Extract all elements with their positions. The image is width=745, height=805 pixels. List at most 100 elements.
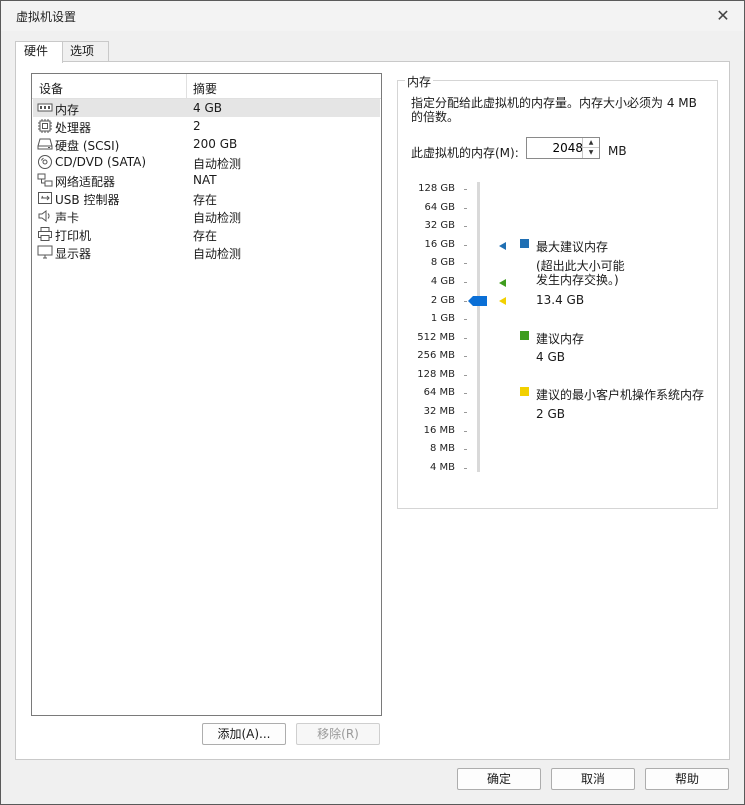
help-button[interactable]: 帮助 xyxy=(645,768,729,790)
recommended-value: 4 GB xyxy=(536,350,565,364)
scale-tick xyxy=(464,189,467,190)
processor-icon xyxy=(38,119,52,133)
cd-dvd-icon xyxy=(38,155,52,169)
scale-label: 256 MB xyxy=(417,350,455,361)
device-summary: 自动检测 xyxy=(193,157,242,171)
window-title: 虚拟机设置 xyxy=(16,10,77,24)
device-summary: 200 GB xyxy=(193,137,238,151)
memory-slider-thumb[interactable] xyxy=(468,296,487,306)
minimum-swatch xyxy=(520,387,529,396)
scale-tick xyxy=(464,393,467,394)
device-row-memory[interactable]: 内存 4 GB xyxy=(33,99,380,117)
memory-stepper[interactable]: ▲ ▼ xyxy=(526,137,600,159)
cancel-button[interactable]: 取消 xyxy=(551,768,635,790)
device-column-header[interactable]: 设备 xyxy=(39,80,63,97)
close-icon[interactable]: ✕ xyxy=(707,3,739,29)
device-name: 声卡 xyxy=(55,211,80,225)
memory-group: 内存 指定分配给此虚拟机的内存量。内存大小必须为 4 MB 的倍数。 此虚拟机的… xyxy=(397,73,718,509)
device-row-cd-dvd[interactable]: CD/DVD (SATA) 自动检测 xyxy=(33,153,380,171)
scale-label: 4 GB xyxy=(430,276,455,287)
network-adapter-icon xyxy=(37,173,53,187)
summary-column-header[interactable]: 摘要 xyxy=(193,80,217,97)
device-row-hard-disk[interactable]: 硬盘 (SCSI) 200 GB xyxy=(33,135,380,153)
scale-label: 512 MB xyxy=(417,332,455,343)
device-summary: 存在 xyxy=(193,229,218,243)
usb-icon xyxy=(38,192,52,204)
scale-label: 2 GB xyxy=(430,295,455,306)
hardware-panel: 设备 摘要 内存 4 GB 处理器 2 硬盘 (SCSI) 200 GB CD/… xyxy=(15,61,730,760)
scale-tick xyxy=(464,226,467,227)
scale-label: 128 GB xyxy=(418,183,455,194)
sound-card-icon xyxy=(38,210,50,222)
scale-tick xyxy=(464,468,467,469)
scale-label: 32 MB xyxy=(423,406,455,417)
title-bar: 虚拟机设置 ✕ xyxy=(1,1,744,31)
device-name: 内存 xyxy=(55,103,80,117)
device-name: 处理器 xyxy=(55,121,92,135)
device-row-processor[interactable]: 处理器 2 xyxy=(33,117,380,135)
display-icon xyxy=(37,245,53,259)
vm-settings-window: 虚拟机设置 ✕ 硬件 选项 设备 摘要 内存 4 GB 处理器 2 硬盘 (SC… xyxy=(0,0,745,805)
scale-tick xyxy=(464,356,467,357)
device-name: 硬盘 (SCSI) xyxy=(55,139,120,153)
hard-disk-icon xyxy=(37,138,53,150)
column-divider[interactable] xyxy=(186,74,187,98)
recommended-title: 建议内存 xyxy=(536,332,585,346)
device-name: CD/DVD (SATA) xyxy=(55,155,147,169)
device-row-printer[interactable]: 打印机 存在 xyxy=(33,225,380,243)
max-recommended-swatch xyxy=(520,239,529,248)
device-name: USB 控制器 xyxy=(55,193,120,207)
printer-icon xyxy=(38,227,52,241)
device-row-display[interactable]: 显示器 自动检测 xyxy=(33,243,380,261)
device-list: 设备 摘要 内存 4 GB 处理器 2 硬盘 (SCSI) 200 GB CD/… xyxy=(31,73,382,716)
scale-label: 4 MB xyxy=(429,462,455,473)
recommended-marker xyxy=(499,279,506,287)
memory-icon xyxy=(37,103,53,112)
scale-label: 64 GB xyxy=(424,202,455,213)
scale-tick xyxy=(464,412,467,413)
memory-description: 指定分配给此虚拟机的内存量。内存大小必须为 4 MB 的倍数。 xyxy=(411,96,697,124)
scale-label: 32 GB xyxy=(424,220,455,231)
spin-up-icon[interactable]: ▲ xyxy=(583,138,599,148)
scale-tick xyxy=(464,282,467,283)
max-recommended-note: (超出此大小可能发生内存交换。) xyxy=(536,259,625,287)
scale-tick xyxy=(464,301,467,302)
memory-spin: ▲ ▼ xyxy=(582,138,599,158)
device-summary: 2 xyxy=(193,119,201,133)
scale-tick xyxy=(464,319,467,320)
tab-hardware[interactable]: 硬件 xyxy=(15,41,63,63)
ok-button[interactable]: 确定 xyxy=(457,768,541,790)
device-row-network-adapter[interactable]: 网络适配器 NAT xyxy=(33,171,380,189)
device-name: 显示器 xyxy=(55,247,92,261)
scale-label: 16 GB xyxy=(424,239,455,250)
scale-label: 64 MB xyxy=(423,387,455,398)
device-name: 打印机 xyxy=(55,229,92,243)
scale-label: 16 MB xyxy=(423,425,455,436)
memory-input[interactable] xyxy=(527,139,585,157)
scale-tick xyxy=(464,431,467,432)
memory-unit: MB xyxy=(608,144,627,158)
minimum-title: 建议的最小客户机操作系统内存 xyxy=(536,388,705,402)
device-summary: 自动检测 xyxy=(193,211,242,225)
scale-tick xyxy=(464,375,467,376)
scale-label: 8 GB xyxy=(430,257,455,268)
scale-tick xyxy=(464,338,467,339)
device-summary: NAT xyxy=(193,173,217,187)
remove-device-button[interactable]: 移除(R) xyxy=(296,723,380,745)
memory-slider-track[interactable] xyxy=(477,182,480,472)
list-header: 设备 摘要 xyxy=(32,74,381,99)
scale-tick xyxy=(464,245,467,246)
tab-options[interactable]: 选项 xyxy=(61,41,109,62)
device-name: 网络适配器 xyxy=(55,175,116,189)
scale-tick xyxy=(464,208,467,209)
scale-tick xyxy=(464,263,467,264)
scale-label: 8 MB xyxy=(429,443,455,454)
scale-label: 128 MB xyxy=(417,369,455,380)
recommended-swatch xyxy=(520,331,529,340)
device-summary: 自动检测 xyxy=(193,247,242,261)
add-device-button[interactable]: 添加(A)... xyxy=(202,723,286,745)
device-row-usb-controller[interactable]: USB 控制器 存在 xyxy=(33,189,380,207)
memory-field-label: 此虚拟机的内存(M): xyxy=(411,146,519,160)
spin-down-icon[interactable]: ▼ xyxy=(583,148,599,158)
device-row-sound-card[interactable]: 声卡 自动检测 xyxy=(33,207,380,225)
